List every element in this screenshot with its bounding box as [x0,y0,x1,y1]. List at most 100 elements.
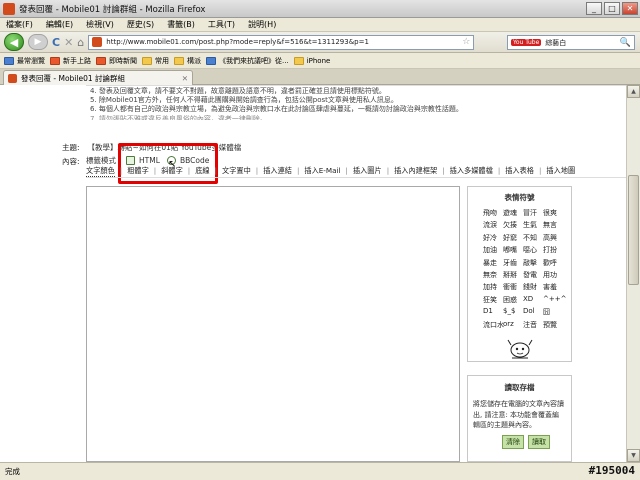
menu-help[interactable]: 說明(H) [248,19,276,30]
emoticon-title: 表情符號 [504,193,535,202]
emoticon-item[interactable]: 困惑 [503,295,523,305]
star-icon[interactable]: ☆ [462,37,470,47]
emoticon-item[interactable]: 歡呼 [543,258,563,268]
emoticon-item[interactable]: 好冷 [483,233,503,243]
emoticon-panel: 表情符號 飛吻 遊魂 冒汗 很爽 流淚 欠揍 生氣 無言 好冷 好窮 不知 高興… [467,186,572,362]
emoticon-item[interactable]: 很爽 [543,208,563,218]
rule-item: 6. 每個人都有自己的政治與宗教立場，為避免政治與宗教口水在此討論區肆虐與蔓延，… [90,105,463,114]
back-button[interactable]: ◀ [4,33,24,51]
scroll-up-icon[interactable]: ▲ [627,85,640,98]
url-bar[interactable]: http://www.mobile01.com/post.php?mode=re… [88,34,475,50]
emoticon-item[interactable]: 流淚 [483,220,503,230]
emoticon-item[interactable]: 加持 [483,282,503,292]
emoticon-item[interactable]: 狂笑 [483,295,503,305]
emoticon-item[interactable]: 不知 [523,233,543,243]
tool-insert-iframe[interactable]: 插入內建框架 [394,166,437,177]
tab-close-icon[interactable]: ✕ [182,74,188,83]
emoticon-item[interactable]: 注音 [523,320,543,330]
reload-button[interactable]: C [52,34,60,51]
emoticon-item[interactable]: 囧 [543,307,563,317]
emoticon-item[interactable]: 高興 [543,233,563,243]
emoticon-item[interactable]: ^++^ [543,295,566,305]
tab-reply[interactable]: 發表回覆 - Mobile01 討論群組 ✕ [3,70,193,85]
tool-insert-email[interactable]: 插入E-Mail [304,166,340,177]
mode-row: 標籤模式 [86,155,116,166]
emoticon-item[interactable]: $_$ [503,307,523,317]
emoticon-item[interactable]: 好窮 [503,233,523,243]
tool-insert-link[interactable]: 插入連結 [263,166,292,177]
scroll-thumb[interactable] [628,175,639,285]
tool-insert-image[interactable]: 插入圖片 [353,166,382,177]
vertical-scrollbar[interactable]: ▲ ▼ [626,85,640,462]
tool-italic[interactable]: 斜體字 [161,166,183,177]
bookmark-most-visited[interactable]: 最常瀏覽 [4,56,45,66]
search-input[interactable]: 綜藝白 [545,38,619,48]
stop-button[interactable]: ✕ [64,34,73,51]
menu-file[interactable]: 檔案(F) [6,19,33,30]
tool-text-color[interactable]: 文字顏色 [86,166,115,177]
menu-tools[interactable]: 工具(T) [208,19,235,30]
emoticon-item[interactable]: 無言 [543,220,563,230]
menu-edit[interactable]: 編輯(E) [46,19,73,30]
emoticon-item[interactable]: 無奈 [483,270,503,280]
emoticon-item[interactable]: 打扮 [543,245,563,255]
emoticon-item[interactable]: XD [523,295,543,305]
emoticon-item[interactable]: 飛吻 [483,208,503,218]
navigation-toolbar: ◀ ▶ C ✕ ⌂ http://www.mobile01.com/post.p… [0,32,640,53]
emoticon-item[interactable]: D1 [483,307,503,317]
emoticon-item[interactable]: 暴走 [483,258,503,268]
tool-center[interactable]: 文字置中 [222,166,251,177]
tool-insert-media[interactable]: 插入多媒體檔 [450,166,493,177]
subject-label: 主題: [62,143,80,152]
bookmark-protest[interactable]: 《我們來抗議吧》從... [206,56,289,66]
tool-insert-table[interactable]: 插入表格 [505,166,534,177]
emoticon-item[interactable]: 敲擊 [523,258,543,268]
emoticon-item[interactable]: 欠揍 [503,220,523,230]
bookmark-goupai[interactable]: 構派 [174,56,201,66]
emoticon-item[interactable]: 害羞 [543,282,563,292]
emoticon-item[interactable]: 掰掰 [503,270,523,280]
home-button[interactable]: ⌂ [77,34,84,51]
emoticon-item[interactable]: 錢財 [523,282,543,292]
bookmark-getting-started[interactable]: 新手上路 [50,56,91,66]
emoticon-item[interactable]: 用功 [543,270,563,280]
emoticon-item[interactable]: 加油 [483,245,503,255]
emoticon-item[interactable]: 流口水 [483,320,504,330]
scroll-down-icon[interactable]: ▼ [627,449,640,462]
search-icon[interactable]: 🔍 [620,38,631,48]
mode-label: 標籤模式 [86,156,116,165]
youtube-engine-icon[interactable]: You Tube [511,39,542,46]
tab-label: 發表回覆 - Mobile01 討論群組 [21,73,126,83]
menu-view[interactable]: 檢視(V) [86,19,114,30]
tool-insert-map[interactable]: 插入地圖 [546,166,575,177]
emoticon-item[interactable]: 遊魂 [503,208,523,218]
post-content-textarea[interactable] [86,186,460,462]
emoticon-item[interactable]: 嘟嘴 [503,245,523,255]
tool-underline[interactable]: 底線 [195,166,209,177]
emoticon-item[interactable]: 噁心 [523,245,543,255]
search-bar[interactable]: You Tube 綜藝白 🔍 [507,35,635,50]
menu-history[interactable]: 歷史(S) [127,19,154,30]
maximize-button[interactable]: □ [604,2,620,15]
close-button[interactable]: ✕ [622,2,638,15]
emoticon-item[interactable]: 衝衝 [503,282,523,292]
bookmark-common[interactable]: 常用 [142,56,169,66]
bookmark-iphone[interactable]: iPhone [293,56,330,65]
emoticon-item[interactable]: 牙齒 [503,258,523,268]
minimize-button[interactable]: _ [586,2,602,15]
tool-bold[interactable]: 粗體字 [127,166,149,177]
bookmark-latest-news[interactable]: 即時新聞 [96,56,137,66]
load-button[interactable]: 讀取 [528,434,550,449]
emoticon-item[interactable]: 發電 [523,270,543,280]
emoticon-item[interactable]: Dol [523,307,543,317]
emoticon-item[interactable]: orz [503,320,523,330]
firefox-icon [50,56,60,65]
forward-button[interactable]: ▶ [28,34,48,50]
clear-button[interactable]: 清除 [502,434,524,449]
emoticon-item[interactable]: 生氣 [523,220,543,230]
draft-description: 將您儲存在電腦的文章內容讀出, 請注意: 本功能會覆蓋編輯區的主題與內容。 [473,400,564,429]
emoticon-item[interactable]: 預覽 [543,320,563,330]
emoticon-item[interactable]: 冒汗 [523,208,543,218]
menu-bookmarks[interactable]: 書籤(B) [167,19,195,30]
site-favicon-icon [8,73,17,83]
